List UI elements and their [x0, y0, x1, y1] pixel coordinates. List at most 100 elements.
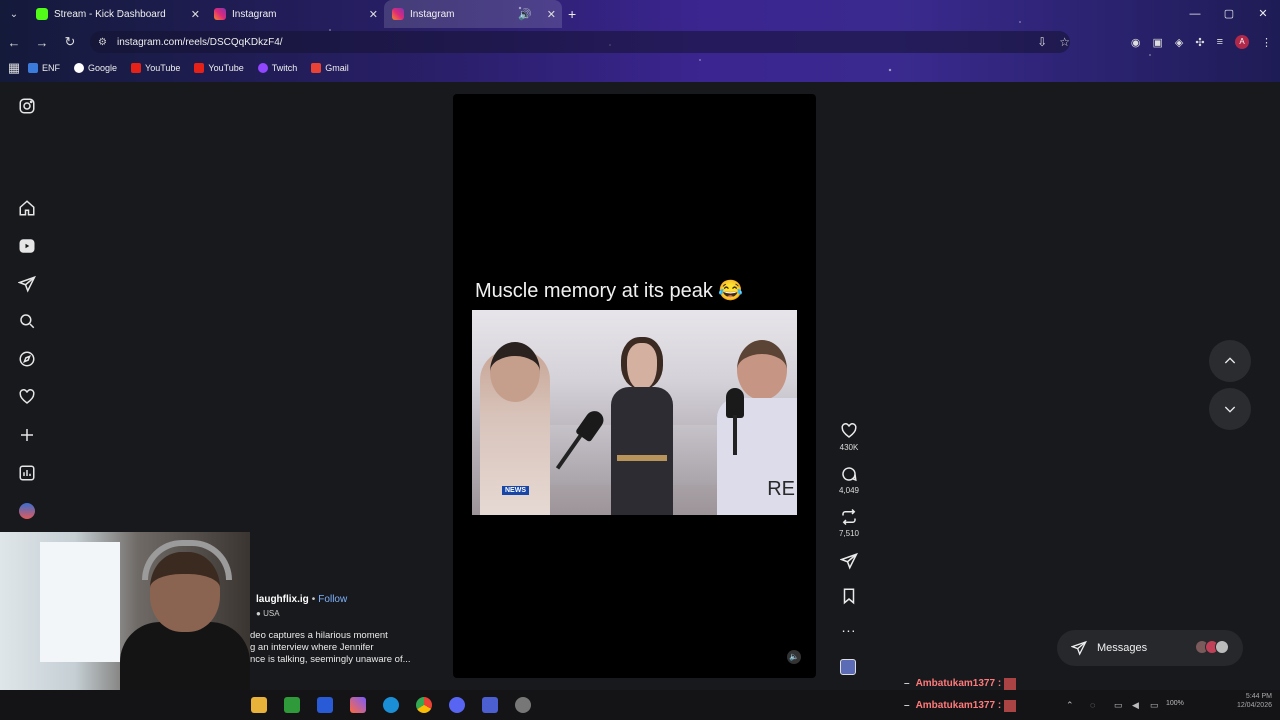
messages-button[interactable]: Messages: [1057, 630, 1243, 666]
bookmark-youtube[interactable]: YouTube: [131, 63, 180, 73]
follow-button[interactable]: Follow: [318, 594, 347, 605]
emote-icon: [1004, 699, 1017, 712]
google-icon: [74, 63, 84, 73]
bookmark-youtube-2[interactable]: YouTube: [194, 63, 244, 73]
previous-reel-button[interactable]: [1209, 340, 1251, 382]
maximize-button[interactable]: ▢: [1212, 0, 1246, 28]
webcam-window: [40, 542, 120, 662]
tab-label: Instagram: [410, 8, 455, 20]
xbox-icon[interactable]: [284, 697, 300, 713]
youtube-icon: [131, 63, 142, 73]
kick-icon: [36, 8, 48, 20]
description-line: deo captures a hilarious moment: [250, 630, 388, 641]
instagram-icon: [214, 8, 226, 20]
extension-icon[interactable]: ▣: [1152, 36, 1162, 49]
tab-instagram-1[interactable]: Instagram ✕: [206, 0, 384, 28]
window-controls: — ▢ ✕: [1178, 0, 1280, 28]
apps-grid-icon[interactable]: ▦: [0, 60, 28, 76]
bookmark-label: YouTube: [145, 63, 181, 73]
reel-description[interactable]: deo captures a hilarious moment g an int…: [250, 630, 430, 666]
extension-icon[interactable]: ◉: [1131, 36, 1141, 49]
repost-button[interactable]: 7,510: [832, 508, 866, 538]
bookmark-enf[interactable]: ENF: [28, 63, 60, 73]
dashboard-icon[interactable]: [17, 463, 37, 483]
more-options-button[interactable]: ...: [832, 619, 866, 635]
chat-message: – Ambatukam1377 :: [904, 676, 1024, 691]
description-line: nce is talking, seemingly unaware of...: [250, 654, 411, 665]
reel-location[interactable]: ● USA: [256, 609, 280, 618]
app-icon[interactable]: [515, 697, 531, 713]
search-icon[interactable]: [17, 311, 37, 331]
close-icon[interactable]: ✕: [191, 8, 200, 21]
tab-search-icon[interactable]: ⌄: [0, 0, 28, 28]
author-name[interactable]: laughflix.ig: [256, 594, 309, 605]
mic-icon[interactable]: ◌: [1090, 700, 1095, 710]
browser-chrome: ⌄ Stream - Kick Dashboard ✕ Instagram ✕ …: [0, 0, 1280, 82]
location-pin-icon: ●: [256, 609, 261, 618]
bookmark-gmail[interactable]: Gmail: [311, 63, 349, 73]
bookmark-label: Google: [88, 63, 118, 73]
home-icon[interactable]: [17, 198, 37, 218]
chevron-up-icon[interactable]: ⌃: [1066, 700, 1074, 711]
volume-icon[interactable]: 🔈: [787, 650, 801, 664]
app-icon[interactable]: [317, 697, 333, 713]
address-bar[interactable]: ⚙ instagram.com/reels/DSCQqKDkzF4/: [90, 31, 1070, 53]
display-icon[interactable]: ▭: [1114, 700, 1123, 711]
minimize-button[interactable]: —: [1178, 0, 1212, 28]
reel-video-frame[interactable]: NEWS RE: [472, 310, 797, 515]
back-icon[interactable]: ←: [0, 35, 28, 50]
bookmark-star-icon[interactable]: ☆: [1059, 35, 1070, 49]
bookmark-google[interactable]: Google: [74, 63, 117, 73]
new-tab-button[interactable]: +: [568, 6, 576, 22]
file-explorer-icon[interactable]: [251, 697, 267, 713]
bookmark-twitch[interactable]: Twitch: [257, 63, 297, 73]
chrome-icon[interactable]: [416, 697, 432, 713]
clock-time: 5:44 PM: [1245, 693, 1272, 700]
tab-label: Instagram: [232, 8, 277, 20]
extensions-area: ◉ ▣ ◈ ✣ ≡ A ⋮: [1131, 31, 1272, 53]
window-close-button[interactable]: ✕: [1246, 0, 1280, 28]
reload-icon[interactable]: ↻: [56, 34, 84, 50]
save-button[interactable]: [832, 587, 866, 605]
gmail-icon: [311, 63, 322, 73]
share-button[interactable]: [832, 552, 866, 570]
profile-avatar-icon[interactable]: [17, 501, 37, 521]
notifications-heart-icon[interactable]: [17, 387, 37, 407]
speaker-icon[interactable]: 🔊: [518, 8, 532, 21]
next-reel-button[interactable]: [1209, 388, 1251, 430]
youtube-icon: [194, 63, 205, 73]
audio-thumbnail[interactable]: [840, 659, 856, 675]
close-icon[interactable]: ✕: [369, 8, 378, 21]
bookmark-label: ENF: [42, 63, 60, 73]
app-icon[interactable]: [482, 697, 498, 713]
instagram-logo-icon[interactable]: [17, 96, 37, 116]
comment-button[interactable]: 4,049: [832, 465, 866, 495]
media-icon[interactable]: ≡: [1217, 36, 1223, 48]
extension-icon[interactable]: ◈: [1175, 36, 1183, 49]
clock[interactable]: 5:44 PM 12/04/2026: [1237, 692, 1272, 710]
profile-avatar[interactable]: A: [1235, 35, 1249, 49]
dash-icon: –: [904, 700, 910, 711]
url-text[interactable]: instagram.com/reels/DSCQqKDkzF4/: [117, 37, 283, 48]
messages-label: Messages: [1097, 642, 1148, 654]
forward-icon[interactable]: →: [28, 35, 56, 50]
discord-icon[interactable]: [449, 697, 465, 713]
comment-icon: [842, 467, 857, 482]
like-button[interactable]: 430K: [832, 422, 866, 452]
tab-label: Stream - Kick Dashboard: [54, 8, 166, 20]
instagram-icon: [392, 8, 404, 20]
create-plus-icon[interactable]: [17, 425, 37, 445]
edge-icon[interactable]: [383, 697, 399, 713]
close-icon[interactable]: ✕: [547, 8, 556, 21]
copilot-icon[interactable]: [350, 697, 366, 713]
tab-instagram-active[interactable]: Instagram 🔊 ✕: [384, 0, 562, 28]
puzzle-icon[interactable]: ✣: [1195, 36, 1204, 49]
reels-icon[interactable]: [17, 236, 37, 256]
install-icon[interactable]: ⇩: [1037, 35, 1047, 49]
site-info-icon[interactable]: ⚙: [98, 37, 107, 48]
menu-icon[interactable]: ⋮: [1261, 36, 1272, 49]
explore-icon[interactable]: [17, 349, 37, 369]
volume-icon[interactable]: ◀: [1132, 700, 1139, 711]
tab-kick-dashboard[interactable]: Stream - Kick Dashboard ✕: [28, 0, 206, 28]
direct-messages-icon[interactable]: [17, 274, 37, 294]
